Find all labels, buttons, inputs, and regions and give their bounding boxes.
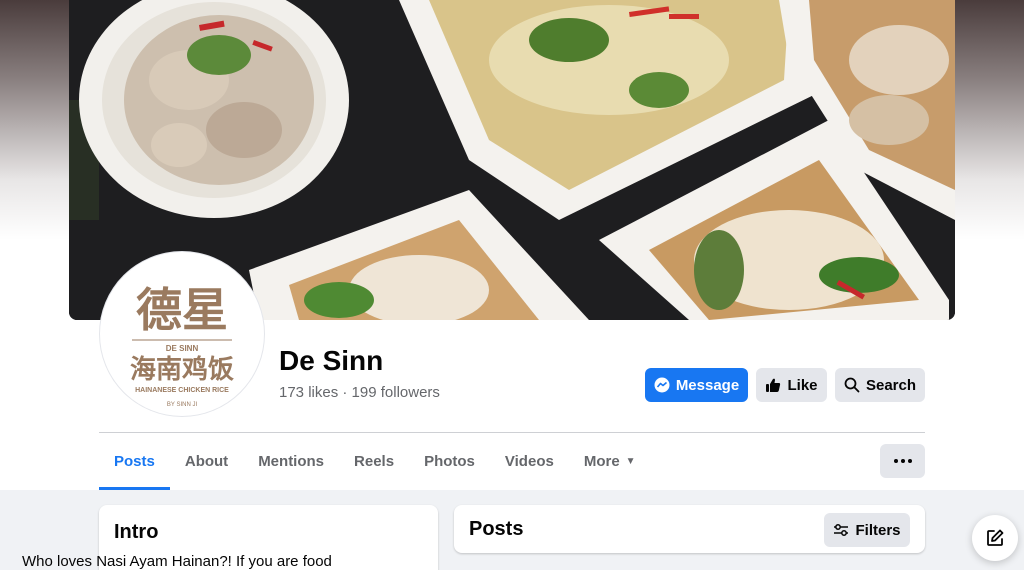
more-dots-icon: [893, 459, 912, 463]
tab-label: About: [184, 453, 229, 470]
tab-label: Mentions: [258, 453, 325, 470]
profile-tabs: Posts About Mentions Reels Photos Videos…: [99, 433, 651, 490]
logo-english: HAINANESE CHICKEN RICE: [135, 387, 229, 394]
tab-label: Photos: [424, 453, 475, 470]
tab-label: Reels: [354, 453, 395, 470]
followers-count[interactable]: 199 followers: [352, 384, 440, 401]
tab-posts[interactable]: Posts: [99, 433, 170, 490]
search-icon: [844, 377, 860, 393]
message-button[interactable]: Message: [645, 368, 748, 402]
tab-more[interactable]: More ▼: [569, 433, 651, 490]
intro-title: Intro: [114, 521, 159, 543]
sliders-icon: [834, 524, 849, 536]
caret-down-icon: ▼: [625, 456, 636, 467]
search-button-label: Search: [865, 376, 917, 394]
tab-label: Videos: [504, 453, 554, 470]
logo-chinese-title: 德星: [136, 283, 228, 337]
like-button[interactable]: Like: [756, 368, 827, 402]
logo-chinese-subtitle: 海南鸡饭: [130, 354, 234, 385]
tab-mentions[interactable]: Mentions: [243, 433, 339, 490]
profile-picture[interactable]: 德星 DE SINN 海南鸡饭 HAINANESE CHICKEN RICE B…: [100, 252, 264, 416]
stats-separator: ·: [342, 384, 348, 401]
like-button-label: Like: [787, 376, 818, 394]
posts-card: Posts Filters: [454, 505, 925, 553]
page-title: De Sinn: [279, 345, 384, 376]
posts-title: Posts: [469, 518, 524, 540]
logo-by: BY SINN JI: [167, 402, 198, 408]
de-sinn-logo: 德星 DE SINN 海南鸡饭 HAINANESE CHICKEN RICE B…: [104, 256, 260, 412]
message-button-label: Message: [675, 376, 740, 394]
thumbs-up-icon: [766, 378, 781, 392]
search-button[interactable]: Search: [835, 368, 925, 402]
tab-photos[interactable]: Photos: [409, 433, 490, 490]
more-options-button[interactable]: [880, 444, 925, 478]
filters-button[interactable]: Filters: [824, 513, 910, 547]
compose-icon: [987, 529, 1004, 546]
messenger-icon: [654, 377, 670, 393]
filters-button-label: Filters: [855, 521, 901, 539]
tab-videos[interactable]: Videos: [490, 433, 569, 490]
intro-text: Who loves Nasi Ayam Hainan?! If you are …: [22, 553, 332, 570]
page-stats: 173 likes · 199 followers: [279, 384, 440, 401]
compose-button[interactable]: [972, 515, 1018, 561]
tab-reels[interactable]: Reels: [339, 433, 409, 490]
likes-count[interactable]: 173 likes: [279, 384, 338, 401]
logo-brand: DE SINN: [166, 344, 199, 353]
tab-label: More: [583, 453, 620, 470]
tab-label: Posts: [114, 453, 155, 470]
tab-about[interactable]: About: [170, 433, 243, 490]
